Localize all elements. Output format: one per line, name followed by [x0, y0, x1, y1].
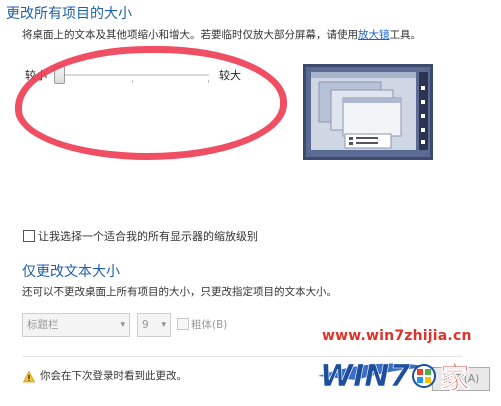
svg-text:家: 家 — [440, 361, 470, 396]
watermark-url: www.win7zhijia.cn — [322, 328, 472, 344]
item-select[interactable]: 标题栏 ▾ — [22, 313, 130, 337]
annotation-circle — [15, 46, 287, 160]
custom-scaling-label[interactable]: 让我选择一个适合我的所有显示器的缩放级别 — [38, 228, 258, 244]
section-size-description: 将桌面上的文本及其他项缩小和增大。若要临时仅放大部分屏幕，请使用放大镜工具。 — [22, 27, 421, 42]
item-select-value: 标题栏 — [27, 319, 59, 331]
section-title-text-size: 仅更改文本大小 — [22, 264, 120, 280]
size-select[interactable]: 9 ▾ — [137, 313, 171, 337]
magnifier-link[interactable]: 放大镜 — [358, 29, 390, 41]
svg-text:WIN7: WIN7 — [320, 359, 410, 394]
description-suffix: 工具。 — [389, 29, 422, 41]
bold-checkbox[interactable] — [177, 318, 189, 330]
size-select-value: 9 — [142, 319, 149, 331]
section-title-size: 更改所有项目的大小 — [6, 6, 132, 22]
chevron-down-icon: ▾ — [161, 320, 166, 330]
scaling-preview-image — [303, 64, 433, 160]
description-prefix: 将桌面上的文本及其他项缩小和增大。若要临时仅放大部分屏幕，请使用 — [22, 29, 358, 41]
bold-label[interactable]: 粗体(B) — [191, 317, 227, 332]
section-text-description: 还可以不更改桌面上所有项目的大小，只更改指定项目的文本大小。 — [22, 286, 337, 298]
chevron-down-icon: ▾ — [120, 320, 125, 330]
warning-icon — [22, 368, 36, 383]
custom-scaling-checkbox[interactable] — [23, 230, 35, 242]
watermark-logo: WIN7 家 — [316, 346, 476, 398]
notice-text: 你会在下次登录时看到此更改。 — [40, 370, 187, 382]
